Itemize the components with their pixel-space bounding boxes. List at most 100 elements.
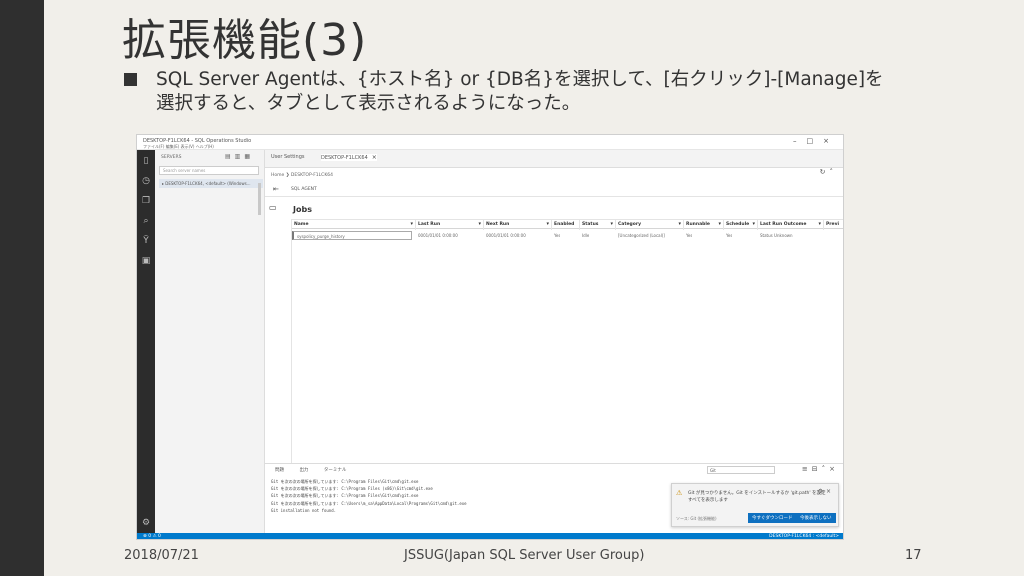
output-channel-select[interactable]: Git <box>707 466 775 474</box>
chevron-down-icon: ▾ <box>718 221 721 227</box>
new-connection-icon[interactable]: ▤ <box>225 153 235 160</box>
editor-tabs: User Settings DESKTOP-F1LCK64 × <box>265 150 843 168</box>
log-line: Git を次の次の場所を探しています: C:\Program Files\Git… <box>271 479 419 484</box>
column-header[interactable]: Last Run Outcome ▾ <box>758 220 824 230</box>
tab-terminal[interactable]: ターミナル <box>324 468 347 473</box>
cell-last-run: 0001/01/01 0:00:00 <box>418 233 458 238</box>
window-titlebar: DESKTOP-F1LCK64 - SQL Operations Studio … <box>137 135 843 150</box>
servers-icon[interactable]: ▯ <box>141 156 151 166</box>
sidebar-scrollbar[interactable] <box>258 183 261 215</box>
show-active-icon[interactable]: ▦ <box>244 153 254 160</box>
column-header[interactable]: Last Run ▾ <box>416 220 484 230</box>
dashboard-tools[interactable]: ↻˄ <box>820 168 837 176</box>
server-node[interactable]: ▸ DESKTOP-F1LCK64, <default> (Windows... <box>159 179 263 188</box>
footer-org: JSSUG(Japan SQL Server User Group) <box>404 548 645 563</box>
download-button[interactable]: 今すぐダウンロード <box>748 513 797 523</box>
chevron-down-icon: ▾ <box>546 221 549 227</box>
panel-tools[interactable]: ≡⊟˄× <box>802 465 839 473</box>
gear-icon[interactable]: ⚙ <box>141 518 151 528</box>
log-line: Git を次の次の場所を探しています: C:\Users\m_sa\AppDat… <box>271 500 467 506</box>
clear-icon[interactable]: ≡ <box>802 465 812 473</box>
sidebar-tools[interactable]: ▤▥▦ <box>225 153 254 160</box>
history-icon[interactable]: ◷ <box>141 176 151 186</box>
column-header[interactable]: Name ▾ <box>292 220 416 230</box>
close-icon[interactable]: × <box>826 488 834 495</box>
source-control-icon[interactable]: Ÿ <box>141 236 151 246</box>
warning-icon: ⚠ <box>676 489 683 497</box>
slide-left-bar <box>0 0 44 576</box>
bullet-line-1: SQL Server Agentは、{ホスト名} or {DB名}を選択して、[… <box>156 69 884 90</box>
maximize-icon[interactable]: ˄ <box>822 465 830 473</box>
jobs-grid: Name ▾ Last Run ▾ Next Run ▾ Enabled Status… <box>291 219 843 479</box>
close-icon[interactable]: × <box>823 137 839 145</box>
chevron-up-icon[interactable]: ˄ <box>830 168 838 176</box>
window-controls[interactable]: –□× <box>793 137 839 145</box>
slide-bullet: SQL Server Agentは、{ホスト名} or {DB名}を選択して、[… <box>124 68 1004 116</box>
output-log: Git を次の次の場所を探しています: C:\Program Files\Git… <box>271 478 467 514</box>
column-header[interactable]: Status ▾ <box>580 220 616 230</box>
bullet-square-icon <box>124 73 137 86</box>
dashboard-subtabs: ⇤ SQL AGENT <box>265 183 843 197</box>
cell-schedule: Yes <box>726 233 733 238</box>
sidebar-header: SERVERS <box>161 155 182 160</box>
close-icon[interactable]: × <box>372 154 377 161</box>
tab-output[interactable]: 出力 <box>299 468 308 473</box>
cell-name[interactable]: syspolicy_purge_history <box>292 231 412 240</box>
cell-runnable: Yes <box>686 233 693 238</box>
bullet-line-2: 選択すると、タブとして表示されるようになった。 <box>156 93 581 114</box>
cell-enabled: Yes <box>554 233 561 238</box>
cell-next-run: 0001/01/01 0:00:00 <box>486 233 526 238</box>
tab-label: DESKTOP-F1LCK64 <box>321 155 368 161</box>
log-line: Git を次の次の場所を探しています: C:\Program Files\Git… <box>271 493 419 499</box>
chevron-down-icon: ▾ <box>678 221 681 227</box>
log-line: Git installation not found. <box>271 507 337 513</box>
tab-server-dashboard[interactable]: DESKTOP-F1LCK64 × <box>321 154 377 161</box>
new-group-icon[interactable]: ▥ <box>235 153 245 160</box>
column-header[interactable]: Enabled <box>552 220 580 230</box>
panel-tabs: 問題 出力 ターミナル <box>275 467 360 473</box>
dont-show-again-button[interactable]: 今後表示しない <box>796 513 836 523</box>
column-header[interactable]: Next Run ▾ <box>484 220 552 230</box>
briefcase-icon: ▭ <box>269 203 277 212</box>
tab-user-settings[interactable]: User Settings <box>271 154 305 160</box>
server-search-input[interactable]: Search server names <box>159 166 259 175</box>
minimize-icon[interactable]: – <box>793 137 807 145</box>
tab-label: User Settings <box>271 154 305 160</box>
jobs-title: Jobs <box>293 205 312 214</box>
breadcrumb[interactable]: Home ❯ DESKTOP-F1LCK64 <box>265 169 843 183</box>
close-icon[interactable]: × <box>829 465 839 473</box>
tab-sql-agent[interactable]: SQL AGENT <box>291 187 317 192</box>
chevron-down-icon: ▾ <box>610 221 613 227</box>
gear-icon[interactable]: ⚙ <box>818 488 826 495</box>
notification-tools[interactable]: ⚙× <box>818 488 834 495</box>
chevron-down-icon: ▾ <box>818 221 821 227</box>
git-notification: ⚠ Git が見つかりません。Git をインストールするか 'git.path'… <box>671 483 839 527</box>
slide-title: 拡張機能(3) <box>122 15 368 66</box>
refresh-icon[interactable]: ↻ <box>820 168 830 176</box>
extensions-icon[interactable]: ▣ <box>141 256 151 266</box>
chevron-down-icon: ▾ <box>752 221 755 227</box>
log-line: Git を次の次の場所を探しています: C:\Program Files (x8… <box>271 486 433 492</box>
status-connection[interactable]: DESKTOP-F1LCK64 : <default> <box>769 534 839 539</box>
footer-page-number: 17 <box>905 548 922 563</box>
search-icon[interactable]: ⌕ <box>141 216 151 226</box>
notification-source: ソース: Git (拡張機能) <box>676 516 717 521</box>
status-bar: ⊗ 0 ⚠ 0 DESKTOP-F1LCK64 : <default> <box>137 533 843 539</box>
back-icon[interactable]: ⇤ <box>273 185 279 193</box>
explorer-icon[interactable]: ❐ <box>141 196 151 206</box>
column-header[interactable]: Schedule ▾ <box>724 220 758 230</box>
lock-icon[interactable]: ⊟ <box>812 465 822 473</box>
column-header[interactable]: Runnable ▾ <box>684 220 724 230</box>
chevron-down-icon: ▾ <box>478 221 481 227</box>
servers-sidebar: SERVERS ▤▥▦ Search server names ▸ DESKTO… <box>155 150 265 533</box>
jobs-grid-header: Name ▾ Last Run ▾ Next Run ▾ Enabled Status… <box>292 219 843 230</box>
maximize-icon[interactable]: □ <box>807 137 824 145</box>
app-screenshot: DESKTOP-F1LCK64 - SQL Operations Studio … <box>136 134 844 540</box>
column-header[interactable]: Category ▾ <box>616 220 684 230</box>
activity-bar: ▯ ◷ ❐ ⌕ Ÿ ▣ ⚙ <box>137 150 155 533</box>
tab-problems[interactable]: 問題 <box>275 468 284 473</box>
status-problems[interactable]: ⊗ 0 ⚠ 0 <box>143 534 161 539</box>
table-row[interactable]: syspolicy_purge_history 0001/01/01 0:00:… <box>292 231 843 243</box>
column-header[interactable]: Previ <box>824 220 843 230</box>
cell-outcome: Status Unknown <box>760 233 793 238</box>
